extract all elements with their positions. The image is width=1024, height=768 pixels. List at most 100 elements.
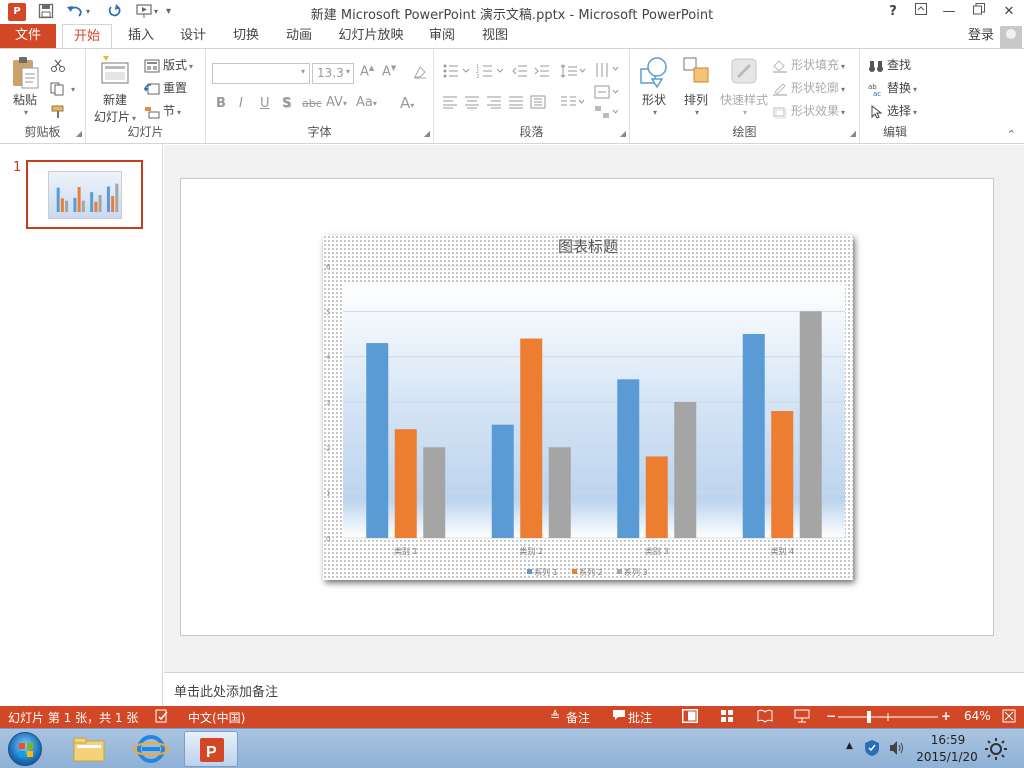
decrease-font-icon[interactable]: A▼	[382, 64, 396, 79]
internet-explorer-icon[interactable]	[124, 731, 178, 767]
change-case-icon[interactable]: Aa▾	[356, 95, 377, 110]
slideshow-view-icon[interactable]	[794, 709, 810, 723]
align-text-icon[interactable]	[594, 85, 620, 103]
zoom-in-icon[interactable]: +	[941, 709, 951, 723]
collapse-ribbon-icon[interactable]: ⌃	[1007, 128, 1016, 141]
clipboard-launcher-icon[interactable]: ◢	[76, 129, 82, 138]
brightness-icon[interactable]	[984, 737, 1008, 764]
tab-file[interactable]: 文件	[0, 24, 56, 48]
notes-toggle-icon[interactable]: ≜	[550, 709, 560, 723]
select-button[interactable]: 选择 ▾	[868, 101, 917, 121]
normal-view-icon[interactable]	[682, 709, 698, 723]
align-center-icon[interactable]	[464, 95, 480, 113]
file-explorer-icon[interactable]	[62, 731, 116, 767]
shapes-button[interactable]: 形状 ▾	[634, 55, 674, 117]
decrease-indent-icon[interactable]	[512, 63, 528, 83]
tab-design[interactable]: 设计	[172, 24, 214, 48]
font-launcher-icon[interactable]: ◢	[424, 129, 430, 138]
tab-view[interactable]: 视图	[474, 24, 516, 48]
cut-button[interactable]	[50, 55, 69, 75]
font-color-icon[interactable]: A▾	[400, 94, 414, 112]
find-button[interactable]: 查找	[868, 55, 911, 75]
chart-y-tick-label: 4	[326, 354, 331, 362]
columns-icon[interactable]	[560, 95, 586, 113]
tab-review[interactable]: 审阅	[421, 24, 463, 48]
show-hidden-icons-icon[interactable]: ▲	[846, 741, 853, 751]
zoom-level[interactable]: 64%	[964, 709, 991, 723]
volume-icon[interactable]	[888, 740, 906, 759]
bold-button[interactable]: B	[216, 96, 226, 111]
slide-sorter-view-icon[interactable]	[720, 709, 736, 723]
bullets-icon[interactable]	[442, 63, 470, 83]
line-spacing-icon[interactable]	[560, 63, 586, 83]
tab-transitions[interactable]: 切换	[225, 24, 267, 48]
tab-slideshow[interactable]: 幻灯片放映	[334, 24, 408, 48]
comments-icon[interactable]	[612, 709, 626, 724]
reading-view-icon[interactable]	[757, 709, 773, 723]
quick-styles-button[interactable]: 快速样式 ▾	[718, 55, 770, 117]
chart[interactable]: 图表标题 0 1 2 3 4 5 6 类别 1 类别 2 类别 3 类别 4 系列 1 系列 2 系列 3	[323, 235, 853, 580]
powerpoint-taskbar-icon[interactable]: P	[184, 731, 238, 767]
reset-button[interactable]: 重置	[144, 78, 187, 98]
minimize-icon[interactable]: —	[938, 2, 960, 22]
align-left-icon[interactable]	[442, 95, 458, 113]
cursor-icon	[868, 104, 884, 119]
copy-button[interactable]: ▾	[50, 78, 75, 98]
shadow-button[interactable]: S	[282, 96, 291, 111]
close-icon[interactable]: ✕	[998, 2, 1020, 22]
spellcheck-icon[interactable]	[155, 709, 169, 726]
increase-font-icon[interactable]: A▲	[360, 64, 374, 79]
security-shield-icon[interactable]	[864, 739, 880, 760]
avatar[interactable]	[1000, 26, 1022, 48]
replace-button[interactable]: ab ac 替换 ▾	[868, 78, 917, 98]
tab-insert[interactable]: 插入	[120, 24, 162, 48]
justify-icon[interactable]	[508, 95, 524, 113]
help-button[interactable]: ?	[882, 2, 904, 22]
shape-outline-button[interactable]: 形状轮廓 ▾	[772, 78, 845, 98]
new-slide-button[interactable]: 新建 幻灯片 ▾	[90, 55, 140, 125]
language-text[interactable]: 中文(中国)	[188, 709, 245, 726]
shape-fill-button[interactable]: 形状填充 ▾	[772, 55, 845, 75]
paragraph-launcher-icon[interactable]: ◢	[620, 129, 626, 138]
arrange-button[interactable]: 排列 ▾	[676, 55, 716, 117]
quick-styles-label: 快速样式	[719, 93, 768, 107]
section-button[interactable]: 节 ▾	[144, 101, 181, 121]
restore-icon[interactable]	[968, 2, 990, 22]
character-spacing-icon[interactable]: AV▾	[326, 95, 347, 110]
smartart-icon[interactable]	[594, 105, 620, 123]
windows-start-icon[interactable]	[8, 732, 42, 766]
format-painter-button[interactable]	[50, 101, 69, 121]
clock-date[interactable]: 2015/1/20	[912, 750, 982, 764]
clock-time[interactable]: 16:59	[924, 733, 972, 747]
notes-pane[interactable]: 单击此处添加备注	[164, 672, 1024, 706]
layout-button[interactable]: 版式 ▾	[144, 55, 193, 75]
increase-indent-icon[interactable]	[534, 63, 550, 83]
clear-format-icon[interactable]	[412, 64, 428, 84]
notes-toggle[interactable]: 备注	[566, 709, 590, 726]
align-right-icon[interactable]	[486, 95, 502, 113]
fit-to-window-icon[interactable]	[1002, 709, 1016, 726]
tab-home[interactable]: 开始	[62, 24, 112, 49]
text-direction-icon[interactable]	[594, 61, 620, 83]
ribbon-display-options-icon[interactable]	[910, 2, 932, 22]
font-size-dropdown-icon[interactable]: ▾	[346, 67, 350, 76]
replace-icon: ab ac	[868, 82, 884, 98]
zoom-slider[interactable]	[838, 706, 938, 728]
distributed-icon[interactable]	[530, 95, 546, 113]
comments-toggle[interactable]: 批注	[628, 709, 652, 726]
notes-placeholder[interactable]: 单击此处添加备注	[174, 681, 278, 700]
drawing-launcher-icon[interactable]: ◢	[850, 129, 856, 138]
underline-button[interactable]: U	[260, 96, 270, 111]
tab-animations[interactable]: 动画	[278, 24, 320, 48]
font-name-dropdown-icon[interactable]: ▾	[301, 67, 305, 76]
italic-button[interactable]: I	[239, 96, 243, 111]
strikethrough-button[interactable]: abc	[302, 97, 322, 110]
numbering-icon[interactable]: 123	[476, 63, 504, 83]
slide-canvas[interactable]: 图表标题 0 1 2 3 4 5 6 类别 1 类别 2 类别 3 类别 4 系列 1 系列 2 系列 3	[180, 178, 994, 636]
font-name-select[interactable]	[212, 63, 310, 84]
login-link[interactable]: 登录	[968, 24, 994, 48]
slide-thumbnail[interactable]	[26, 160, 143, 229]
shape-effects-button[interactable]: 形状效果 ▾	[772, 101, 845, 121]
paste-button[interactable]: 粘贴 ▾	[6, 55, 44, 117]
zoom-out-icon[interactable]: −	[826, 709, 836, 723]
